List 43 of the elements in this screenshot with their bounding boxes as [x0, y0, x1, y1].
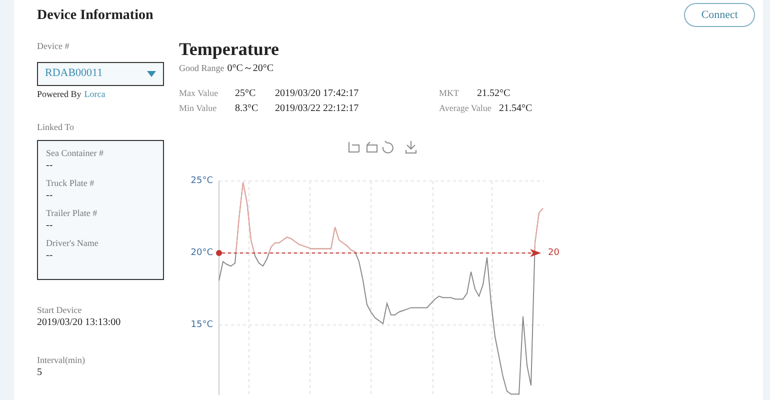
undo-icon[interactable] — [366, 142, 378, 152]
field-value: 2019/03/20 13:13:00 — [37, 316, 122, 330]
stat-label: MKT — [439, 87, 460, 100]
stat-time: 2019/03/22 22:12:17 — [275, 102, 359, 116]
caret-icon — [147, 70, 156, 76]
connect-button[interactable]: Connect — [684, 3, 755, 27]
download-icon[interactable] — [406, 140, 416, 154]
lorca-link[interactable]: Lorca — [84, 88, 106, 101]
good-range-label: Good Range — [179, 62, 224, 75]
stat-label: Max Value — [179, 87, 220, 100]
field-label: Interval(min) — [37, 354, 86, 366]
field-label: Trailer Plate # — [46, 206, 98, 218]
field-label: Driver's Name — [46, 236, 100, 248]
stat-value: 21.54°C — [499, 102, 532, 116]
field-value: -- — [46, 248, 54, 262]
stat-value: 21.52°C — [477, 87, 510, 101]
field-value: -- — [46, 158, 54, 172]
axis-label: 15°C — [190, 320, 213, 330]
stat-label: Min Value — [179, 102, 218, 115]
temperature-title: Temperature — [179, 38, 280, 60]
stat-value: 25°C — [235, 87, 257, 101]
field-value: -- — [46, 188, 54, 202]
page-title: Device Information — [37, 6, 154, 24]
threshold-end-marker — [530, 249, 541, 257]
field-value: -- — [46, 218, 54, 232]
powered-by-text: Powered By — [37, 88, 82, 101]
field-label: Truck Plate # — [46, 176, 96, 188]
stat-value: 8.3°C — [235, 102, 260, 116]
field-label: Linked To — [37, 121, 75, 134]
axis-label: 25°C — [190, 176, 213, 186]
threshold-label: 20 — [548, 248, 560, 258]
stat-time: 2019/03/20 17:42:17 — [275, 87, 359, 101]
axis-label: 20°C — [190, 248, 213, 258]
field-label: Device # — [37, 40, 70, 53]
device-select[interactable]: RDAB00011 — [37, 62, 164, 86]
good-range-value: 0°C～20°C — [227, 62, 274, 76]
threshold-start-marker — [216, 250, 222, 256]
field-value: 5 — [37, 366, 43, 380]
field-label: Sea Container # — [46, 146, 104, 158]
refresh-icon[interactable] — [382, 140, 394, 154]
stat-label: Average Value — [439, 102, 492, 115]
zoom-icon[interactable] — [348, 142, 360, 152]
field-label: Start Device — [37, 304, 83, 316]
